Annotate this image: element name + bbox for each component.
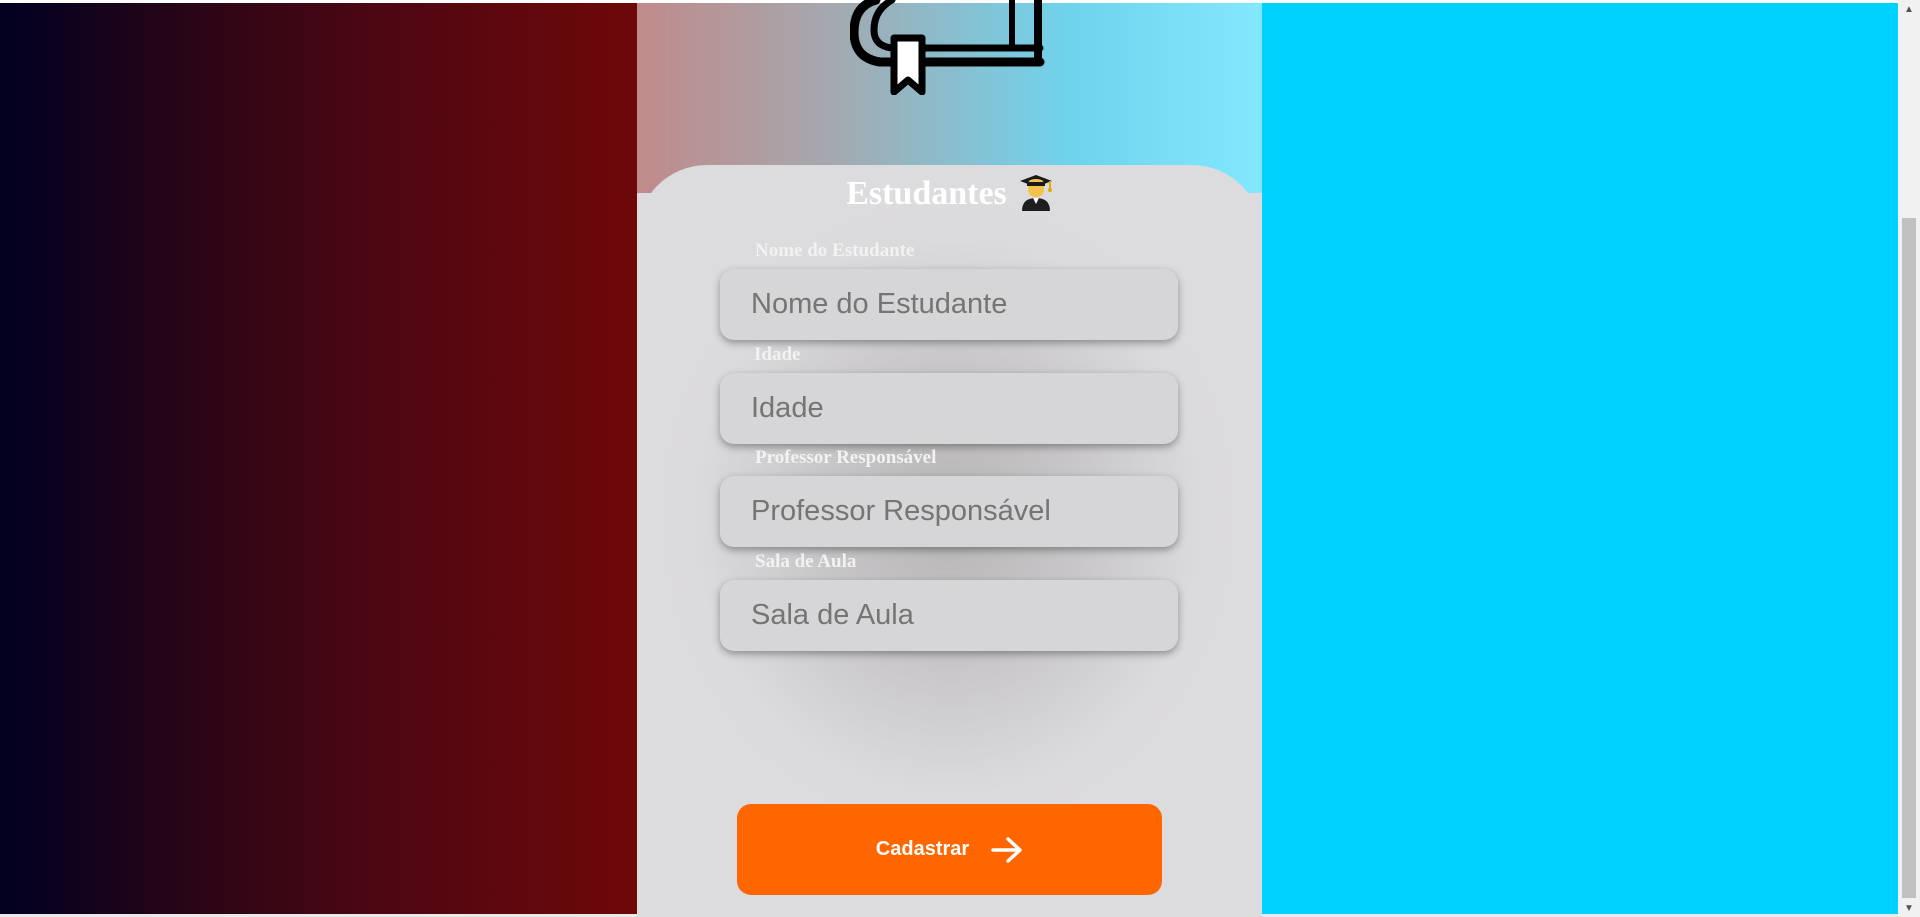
scroll-up-arrow-icon[interactable]: ▲	[1898, 0, 1920, 18]
label-sala-de-aula: Sala de Aula	[755, 551, 857, 572]
sala-de-aula-input[interactable]	[720, 580, 1178, 651]
graduate-student-icon	[1019, 175, 1052, 212]
professor-responsavel-input[interactable]	[720, 476, 1178, 547]
label-professor-responsavel: Professor Responsável	[755, 447, 937, 468]
scrollbar-thumb[interactable]	[1902, 218, 1916, 898]
student-form-card: Estudantes Nome do Estudante Idade Profe…	[637, 165, 1262, 917]
right-blue-panel	[1262, 3, 1898, 914]
page: Estudantes Nome do Estudante Idade Profe…	[0, 0, 1920, 917]
label-nome-estudante: Nome do Estudante	[755, 240, 915, 261]
label-idade: Idade	[754, 344, 801, 365]
book-icon	[850, 0, 1045, 95]
idade-input[interactable]	[720, 373, 1178, 444]
scroll-down-arrow-icon[interactable]: ▼	[1898, 899, 1920, 917]
cadastrar-button-label: Cadastrar	[875, 838, 970, 860]
cadastrar-button[interactable]: Cadastrar	[737, 804, 1162, 895]
form-title-text: Estudantes	[846, 175, 1007, 212]
form-title: Estudantes	[637, 175, 1262, 215]
arrow-right-icon	[991, 836, 1022, 863]
nome-estudante-input[interactable]	[720, 269, 1178, 340]
vertical-scrollbar[interactable]: ▲ ▼	[1898, 0, 1920, 917]
left-gradient-panel	[0, 3, 637, 914]
